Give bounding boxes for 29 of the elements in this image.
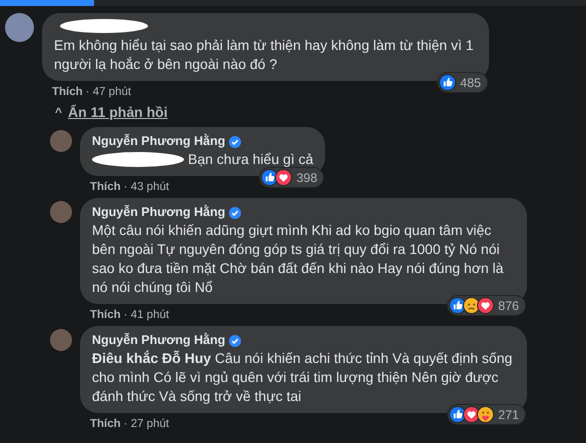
avatar[interactable]: [50, 329, 72, 351]
reaction-summary[interactable]: 398: [260, 168, 324, 187]
avatar[interactable]: [50, 201, 72, 223]
reaction-summary[interactable]: 876: [448, 296, 525, 315]
like-link[interactable]: Thích: [52, 86, 83, 98]
like-link[interactable]: Thích: [90, 418, 121, 430]
reaction-count: 398: [296, 170, 318, 184]
comment-text: Một câu nói khiến adũng giựt mình Khi ad ko bgio quan tâm việc bên ngoài Tự nguyên đóng góp ts giá trị quy đổi ra 1000 tỷ Nó nói sao ko đưa tiền mặt Chờ bán đất đến khi nào Hay nói đúng hơn là nó nói chúng tôi Nổ: [92, 221, 504, 297]
reaction-summary[interactable]: 271: [448, 405, 525, 424]
comment-text: Em không hiểu tại sao phải làm từ thiện hay không làm từ thiện vì 1 người lạ hoắc ở bên ngoài nào đó ?: [54, 36, 475, 74]
hide-replies-link[interactable]: Ẩn 11 phản hồi: [68, 104, 168, 120]
reaction-summary[interactable]: 485: [438, 73, 487, 92]
author-name[interactable]: Nguyễn Phương Hằng: [92, 332, 226, 349]
caret-icon: ^: [55, 105, 62, 119]
reaction-count: 876: [498, 298, 519, 312]
author-name[interactable]: Nguyễn Phương Hằng: [92, 133, 226, 150]
like-link[interactable]: Thích: [90, 309, 121, 321]
comment-time: · 47 phút: [86, 86, 132, 98]
avatar[interactable]: [5, 13, 34, 42]
avatar[interactable]: [50, 130, 72, 152]
like-link[interactable]: Thích: [90, 181, 121, 193]
comment-time: · 27 phút: [124, 418, 170, 430]
comment-text: Điêu khắc Đỗ Huy Câu nói khiến achi thức tỉnh Và quyết định sống cho mình Có lẽ vì ngủ quên với trái tim lượng thiện Nên giờ được đánh thức Và sống trở về thực tai: [92, 349, 514, 406]
comment-time: · 43 phút: [124, 181, 170, 193]
comment-time: · 41 phút: [124, 309, 170, 321]
reaction-count: 485: [460, 76, 481, 90]
comment-text: Bạn chưa hiểu gì cả: [188, 150, 314, 169]
author-name[interactable]: Nguyễn Phương Hằng: [92, 204, 226, 221]
reaction-count: 271: [498, 408, 519, 422]
